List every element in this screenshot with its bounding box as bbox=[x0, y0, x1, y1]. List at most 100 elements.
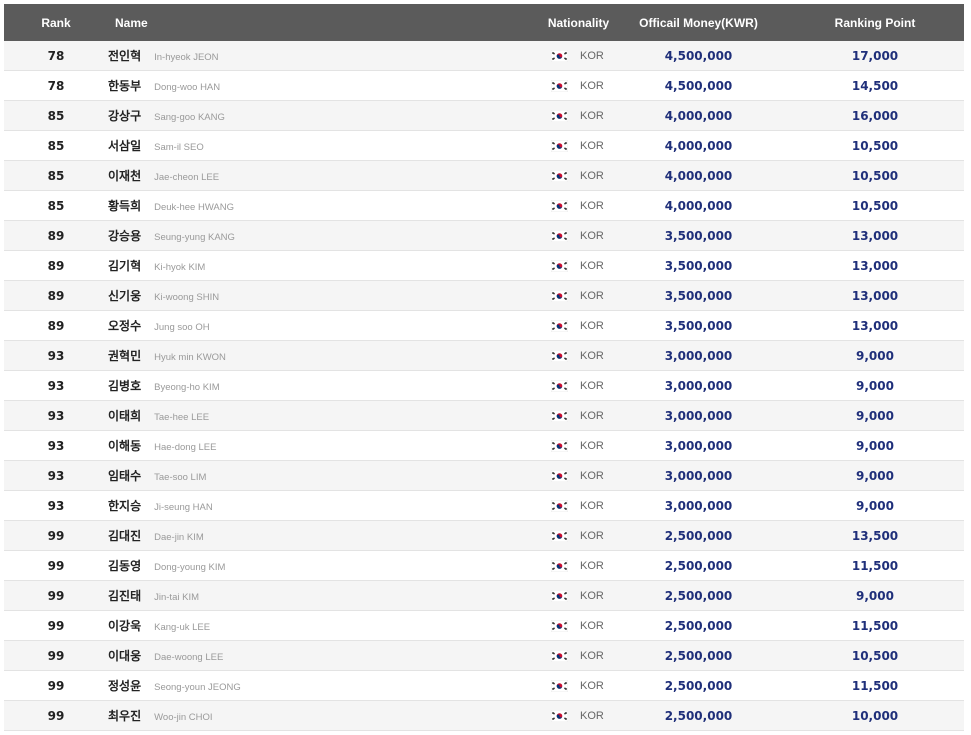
nationality-cell: KOR bbox=[546, 109, 611, 122]
money-cell: 3,000,000 bbox=[664, 348, 733, 363]
table-row[interactable]: 93 이태희 Tae-hee LEE KOR 3,000,000 9,000 bbox=[4, 401, 964, 431]
korea-flag-icon bbox=[551, 679, 568, 692]
korean-name[interactable]: 최우진 bbox=[108, 707, 141, 724]
table-row[interactable]: 99 김동영 Dong-young KIM KOR 2,500,000 11,5… bbox=[4, 551, 964, 581]
table-row[interactable]: 78 한동부 Dong-woo HAN KOR 4,500,000 14,500 bbox=[4, 71, 964, 101]
nationality-code: KOR bbox=[580, 49, 604, 62]
money-cell: 3,500,000 bbox=[664, 318, 733, 333]
korean-name[interactable]: 권혁민 bbox=[108, 347, 141, 364]
table-row[interactable]: 85 강상구 Sang-goo KANG KOR 4,000,000 16,00… bbox=[4, 101, 964, 131]
money-cell: 4,000,000 bbox=[664, 108, 733, 123]
table-row[interactable]: 93 한지승 Ji-seung HAN KOR 3,000,000 9,000 bbox=[4, 491, 964, 521]
rank-cell: 99 bbox=[47, 528, 65, 543]
rank-cell: 99 bbox=[47, 678, 65, 693]
table-row[interactable]: 85 이재천 Jae-cheon LEE KOR 4,000,000 10,50… bbox=[4, 161, 964, 191]
nationality-cell: KOR bbox=[546, 559, 611, 572]
name-cell: 전인혁 In-hyeok JEON bbox=[108, 47, 546, 64]
korean-name[interactable]: 신기웅 bbox=[108, 287, 141, 304]
money-cell: 2,500,000 bbox=[664, 558, 733, 573]
korea-flag-icon bbox=[551, 109, 568, 122]
table-row[interactable]: 93 권혁민 Hyuk min KWON KOR 3,000,000 9,000 bbox=[4, 341, 964, 371]
header-name[interactable]: Name bbox=[108, 16, 546, 30]
rank-cell: 99 bbox=[47, 618, 65, 633]
table-row[interactable]: 93 김병호 Byeong-ho KIM KOR 3,000,000 9,000 bbox=[4, 371, 964, 401]
korean-name[interactable]: 김동영 bbox=[108, 557, 141, 574]
table-row[interactable]: 78 전인혁 In-hyeok JEON KOR 4,500,000 17,00… bbox=[4, 41, 964, 71]
point-cell: 9,000 bbox=[856, 438, 894, 453]
table-row[interactable]: 93 임태수 Tae-soo LIM KOR 3,000,000 9,000 bbox=[4, 461, 964, 491]
point-cell: 10,500 bbox=[851, 198, 899, 213]
korean-name[interactable]: 이해동 bbox=[108, 437, 141, 454]
table-row[interactable]: 89 신기웅 Ki-woong SHIN KOR 3,500,000 13,00… bbox=[4, 281, 964, 311]
table-row[interactable]: 99 이강욱 Kang-uk LEE KOR 2,500,000 11,500 bbox=[4, 611, 964, 641]
korean-name[interactable]: 이강욱 bbox=[108, 617, 141, 634]
table-header: Rank Name Nationality Officail Money(KWR… bbox=[4, 4, 964, 41]
header-point[interactable]: Ranking Point bbox=[786, 16, 964, 30]
korean-name[interactable]: 한동부 bbox=[108, 77, 141, 94]
english-name: Dong-woo HAN bbox=[154, 82, 221, 93]
point-cell: 9,000 bbox=[856, 498, 894, 513]
name-cell: 신기웅 Ki-woong SHIN bbox=[108, 287, 546, 304]
korean-name[interactable]: 임태수 bbox=[108, 467, 141, 484]
korean-name[interactable]: 이태희 bbox=[108, 407, 141, 424]
table-row[interactable]: 89 오정수 Jung soo OH KOR 3,500,000 13,000 bbox=[4, 311, 964, 341]
name-cell: 김진태 Jin-tai KIM bbox=[108, 587, 546, 604]
rank-cell: 78 bbox=[47, 78, 65, 93]
english-name: Jung soo OH bbox=[154, 322, 210, 333]
table-row[interactable]: 85 서삼일 Sam-il SEO KOR 4,000,000 10,500 bbox=[4, 131, 964, 161]
point-cell: 11,500 bbox=[851, 558, 899, 573]
rank-cell: 78 bbox=[47, 48, 65, 63]
korean-name[interactable]: 김진태 bbox=[108, 587, 141, 604]
korean-name[interactable]: 정성윤 bbox=[108, 677, 141, 694]
korea-flag-icon bbox=[551, 349, 568, 362]
rank-cell: 99 bbox=[47, 558, 65, 573]
name-cell: 오정수 Jung soo OH bbox=[108, 317, 546, 334]
korea-flag-icon bbox=[551, 469, 568, 482]
money-cell: 2,500,000 bbox=[664, 528, 733, 543]
nationality-code: KOR bbox=[580, 619, 604, 632]
korea-flag-icon bbox=[551, 319, 568, 332]
korea-flag-icon bbox=[551, 199, 568, 212]
korean-name[interactable]: 이재천 bbox=[108, 167, 141, 184]
table-row[interactable]: 99 최우진 Woo-jin CHOI KOR 2,500,000 10,000 bbox=[4, 701, 964, 731]
korean-name[interactable]: 오정수 bbox=[108, 317, 141, 334]
table-row[interactable]: 99 이대웅 Dae-woong LEE KOR 2,500,000 10,50… bbox=[4, 641, 964, 671]
korean-name[interactable]: 김병호 bbox=[108, 377, 141, 394]
korean-name[interactable]: 강승용 bbox=[108, 227, 141, 244]
korean-name[interactable]: 서삼일 bbox=[108, 137, 141, 154]
nationality-code: KOR bbox=[580, 439, 604, 452]
header-nationality[interactable]: Nationality bbox=[546, 16, 611, 30]
korean-name[interactable]: 이대웅 bbox=[108, 647, 141, 664]
korea-flag-icon bbox=[551, 139, 568, 152]
korean-name[interactable]: 김대진 bbox=[108, 527, 141, 544]
money-cell: 2,500,000 bbox=[664, 708, 733, 723]
point-cell: 10,000 bbox=[851, 708, 899, 723]
nationality-cell: KOR bbox=[546, 169, 611, 182]
table-row[interactable]: 99 정성윤 Seong-youn JEONG KOR 2,500,000 11… bbox=[4, 671, 964, 701]
name-cell: 서삼일 Sam-il SEO bbox=[108, 137, 546, 154]
money-cell: 3,000,000 bbox=[664, 408, 733, 423]
nationality-cell: KOR bbox=[546, 289, 611, 302]
nationality-cell: KOR bbox=[546, 679, 611, 692]
table-row[interactable]: 89 강승용 Seung-yung KANG KOR 3,500,000 13,… bbox=[4, 221, 964, 251]
rank-cell: 99 bbox=[47, 708, 65, 723]
point-cell: 10,500 bbox=[851, 648, 899, 663]
korean-name[interactable]: 김기혁 bbox=[108, 257, 141, 274]
korean-name[interactable]: 한지승 bbox=[108, 497, 141, 514]
nationality-cell: KOR bbox=[546, 709, 611, 722]
english-name: Sang-goo KANG bbox=[154, 112, 225, 123]
point-cell: 14,500 bbox=[851, 78, 899, 93]
korean-name[interactable]: 전인혁 bbox=[108, 47, 141, 64]
header-money[interactable]: Officail Money(KWR) bbox=[611, 16, 786, 30]
korean-name[interactable]: 강상구 bbox=[108, 107, 141, 124]
nationality-cell: KOR bbox=[546, 79, 611, 92]
table-row[interactable]: 89 김기혁 Ki-hyok KIM KOR 3,500,000 13,000 bbox=[4, 251, 964, 281]
header-rank[interactable]: Rank bbox=[4, 16, 108, 30]
table-row[interactable]: 93 이해동 Hae-dong LEE KOR 3,000,000 9,000 bbox=[4, 431, 964, 461]
korea-flag-icon bbox=[551, 559, 568, 572]
money-cell: 2,500,000 bbox=[664, 678, 733, 693]
table-row[interactable]: 99 김진태 Jin-tai KIM KOR 2,500,000 9,000 bbox=[4, 581, 964, 611]
table-row[interactable]: 85 황득희 Deuk-hee HWANG KOR 4,000,000 10,5… bbox=[4, 191, 964, 221]
korean-name[interactable]: 황득희 bbox=[108, 197, 141, 214]
table-row[interactable]: 99 김대진 Dae-jin KIM KOR 2,500,000 13,500 bbox=[4, 521, 964, 551]
